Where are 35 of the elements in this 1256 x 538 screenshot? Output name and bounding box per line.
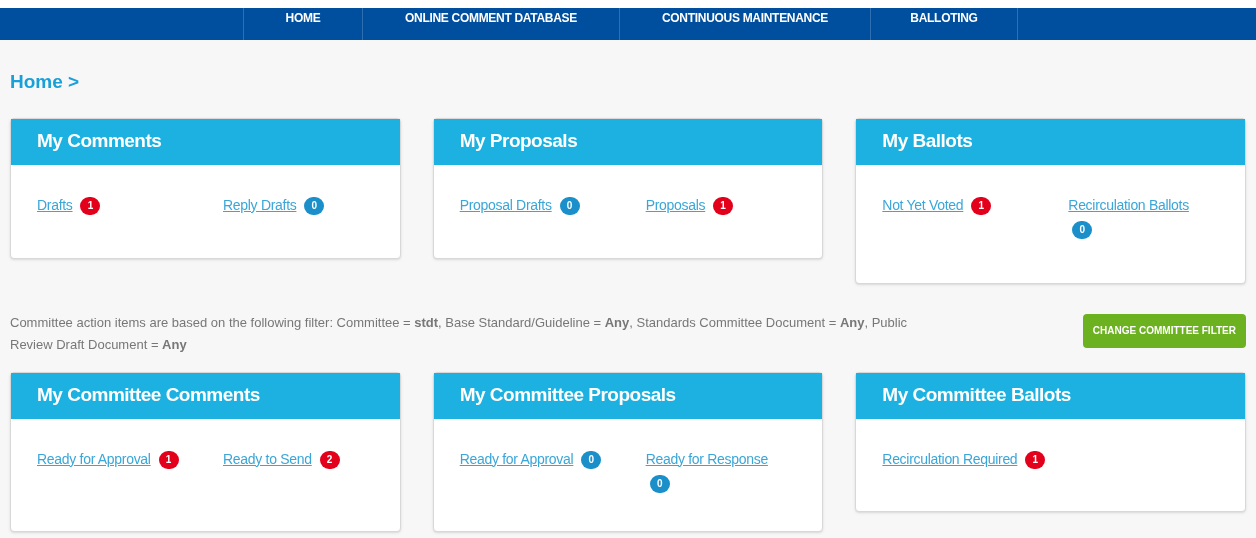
- count-badge: 0: [559, 196, 580, 215]
- nav-link[interactable]: ONLINE COMMENT DATABASE: [362, 8, 619, 40]
- card-title: My Comments: [37, 129, 162, 154]
- count-badge: 1: [80, 196, 101, 215]
- count-badge: 1: [971, 196, 992, 215]
- card-link[interactable]: Ready for Approval: [37, 450, 151, 467]
- count-badge: 0: [1072, 220, 1093, 239]
- card-title: My Committee Ballots: [882, 383, 1071, 408]
- count-badge: 0: [649, 474, 670, 493]
- card-link[interactable]: Ready to Send: [223, 450, 312, 467]
- change-filter-button[interactable]: CHANGE COMMITTEE FILTER: [1082, 313, 1246, 348]
- card-link[interactable]: Reply Drafts: [223, 196, 297, 213]
- card-link[interactable]: Proposals: [645, 196, 706, 213]
- nav-link[interactable]: HOME: [243, 8, 362, 40]
- count-badge: 1: [1025, 450, 1046, 469]
- card-link[interactable]: Drafts: [37, 196, 73, 213]
- card-link[interactable]: Not Yet Voted: [882, 196, 964, 213]
- count-badge: 0: [304, 196, 325, 215]
- card-title: My Ballots: [882, 129, 973, 154]
- nav-link[interactable]: BALLOTING: [870, 8, 1018, 40]
- count-badge: 1: [158, 450, 179, 469]
- count-badge: 2: [319, 450, 340, 469]
- card-link[interactable]: Ready for Approval: [459, 450, 574, 467]
- filter-description: Committee action items are based on the following filter: Committee = stdt, Base Standard/Guideline = Any, Standards Committee Document = Any, Public Review Draft Document = Any: [10, 313, 909, 354]
- breadcrumb-link[interactable]: Home >: [10, 71, 80, 92]
- card-title: My Committee Proposals: [459, 383, 676, 408]
- card-title: My Proposals: [459, 129, 578, 154]
- card-link[interactable]: Proposal Drafts: [459, 196, 552, 213]
- card-link[interactable]: Recirculation Ballots: [1068, 196, 1189, 213]
- nav-link[interactable]: CONTINUOUS MAINTENANCE: [619, 8, 870, 40]
- card-link[interactable]: Ready for Response: [645, 450, 768, 467]
- card-link[interactable]: Recirculation Required: [882, 450, 1018, 467]
- card-title: My Committee Comments: [37, 383, 260, 408]
- count-badge: 0: [581, 450, 602, 469]
- count-badge: 1: [713, 196, 734, 215]
